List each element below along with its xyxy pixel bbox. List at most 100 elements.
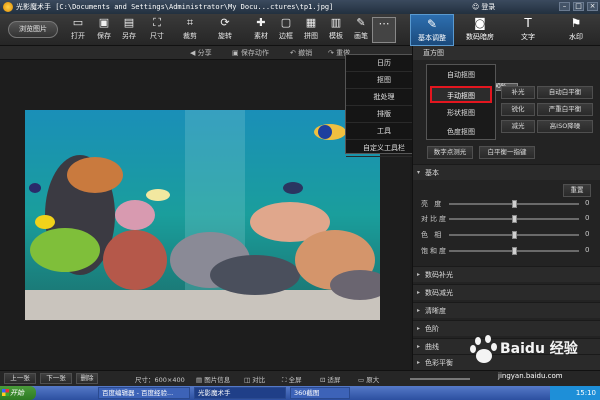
brush-icon: ✎ [356, 16, 366, 29]
menu-item-calendar[interactable]: 日历 [346, 55, 422, 72]
share-button[interactable]: ◀ 分享 [190, 48, 212, 58]
compare-label: 对比 [252, 376, 266, 384]
cutout-submenu: 自动抠图 手动抠图 形状抠图 色度抠图 [426, 64, 496, 140]
undo-button[interactable]: ↶ 撤销 [290, 48, 312, 58]
hue-value: 0 [585, 230, 590, 238]
fit-screen-label: 适屏 [327, 376, 341, 384]
brightness-thumb[interactable] [511, 200, 517, 208]
reset-button[interactable]: 重置 [563, 184, 591, 197]
minimize-button[interactable]: – [559, 2, 570, 11]
template-button[interactable]: ▥ 模板 [324, 17, 348, 41]
saturation-slider[interactable]: 饱和度 0 [413, 245, 600, 257]
window-controls: – □ × [559, 2, 598, 11]
contrast-value: 0 [585, 214, 590, 222]
border-button[interactable]: ▢ 边框 [274, 17, 298, 41]
prev-image-button[interactable]: 上一张 [4, 373, 36, 384]
camera-icon: ◙ [474, 16, 486, 30]
hue-slider[interactable]: 色 相 0 [413, 229, 600, 241]
tab-text[interactable]: T 文字 [506, 14, 550, 46]
delete-button[interactable]: 删除 [76, 373, 98, 384]
submenu-shape-cutout[interactable]: 形状抠图 [430, 105, 492, 122]
original-size-button[interactable]: ▭ 原大 [358, 374, 379, 384]
brightness-track[interactable] [449, 200, 579, 208]
border-label: 边框 [279, 32, 293, 40]
material-button[interactable]: ✚ 素材 [249, 17, 273, 41]
fullscreen-button[interactable]: ⛶ 全屏 [282, 374, 302, 385]
next-image-button[interactable]: 下一张 [40, 373, 72, 384]
resize-label: 尺寸 [150, 32, 164, 40]
brush-label: 画笔 [354, 32, 368, 40]
collage-label: 拼图 [304, 32, 318, 40]
zoom-slider[interactable] [410, 378, 470, 380]
open-button[interactable]: ▭ 打开 [66, 17, 90, 41]
fill-light-button[interactable]: 补光 [501, 86, 535, 99]
share-label: 分享 [197, 49, 212, 57]
template-label: 模板 [329, 32, 343, 40]
save-action-button[interactable]: ▣ 保存动作 [232, 48, 269, 58]
start-button[interactable]: 开始 [0, 386, 36, 400]
collage-icon: ▦ [305, 16, 317, 29]
login-link[interactable]: ☺ 登录 [472, 2, 495, 12]
taskbar-item-editor[interactable]: 百度编辑器 - 百度经验... [98, 387, 190, 399]
hue-track[interactable] [449, 231, 579, 239]
menu-item-tools[interactable]: 工具 [346, 123, 422, 140]
auto-white-balance-button[interactable]: 自动白平衡 [537, 86, 593, 99]
submenu-chroma-cutout[interactable]: 色度抠图 [430, 124, 492, 141]
tab-watermark[interactable]: ⚑ 水印 [554, 14, 598, 46]
compare-button[interactable]: ◫ 对比 [244, 374, 265, 384]
saturation-value: 0 [585, 246, 590, 254]
resize-button[interactable]: ⛶ 尺寸 [145, 17, 169, 41]
menu-item-custom-toolbar[interactable]: 自定义工具栏 [346, 140, 422, 157]
maximize-button[interactable]: □ [573, 2, 584, 11]
undo-label: 撤销 [298, 49, 313, 57]
fullscreen-label: 全屏 [288, 376, 302, 384]
watermark-icon: ⚑ [570, 16, 582, 30]
crop-button[interactable]: ⌗ 裁剪 [178, 17, 202, 41]
save-button[interactable]: ▣ 保存 [92, 17, 116, 41]
save-as-icon: ▤ [123, 16, 135, 29]
taskbar-item-screenshot[interactable]: 360截图 [290, 387, 350, 399]
contrast-slider[interactable]: 对比度 0 [413, 213, 600, 225]
save-as-button[interactable]: ▤ 另存 [117, 17, 141, 41]
image-info-button[interactable]: ▤ 图片信息 [196, 374, 230, 384]
tab-basic-adjust[interactable]: ✎ 基本调整 [410, 14, 454, 46]
material-icon: ✚ [256, 16, 266, 29]
border-icon: ▢ [280, 16, 292, 29]
section-digital-fill-light[interactable]: 数码补光 [413, 266, 600, 283]
taskbar-item-photo-app[interactable]: 光影魔术手 [194, 387, 286, 399]
collage-button[interactable]: ▦ 拼图 [299, 17, 323, 41]
contrast-track[interactable] [449, 215, 579, 223]
menu-item-layout[interactable]: 排版 [346, 106, 422, 123]
save-action-label: 保存动作 [240, 49, 269, 57]
save-label: 保存 [97, 32, 111, 40]
submenu-manual-cutout[interactable]: 手动抠图 [430, 86, 492, 103]
menu-item-batch[interactable]: 批处理 [346, 89, 422, 106]
tab-darkroom[interactable]: ◙ 数码暗房 [458, 14, 502, 46]
brightness-slider[interactable]: 亮 度 0 [413, 198, 600, 210]
saturation-thumb[interactable] [511, 247, 517, 255]
sharpen-button[interactable]: 锐化 [501, 103, 535, 116]
saturation-track[interactable] [449, 247, 579, 255]
brush-button[interactable]: ✎ 画笔 [349, 17, 373, 41]
submenu-auto-cutout[interactable]: 自动抠图 [430, 67, 492, 84]
section-clarity[interactable]: 清晰度 [413, 302, 600, 319]
windows-taskbar: 开始 百度编辑器 - 百度经验... 光影魔术手 360截图 15:10 [0, 386, 600, 400]
rotate-button[interactable]: ⟳ 旋转 [213, 17, 237, 41]
spot-metering-button[interactable]: 数字点测光 [427, 146, 473, 159]
dim-light-button[interactable]: 减光 [501, 120, 535, 133]
white-balance-picker-button[interactable]: 白平衡一指键 [479, 146, 535, 159]
fit-screen-button[interactable]: ⊡ 适屏 [320, 374, 341, 384]
high-iso-denoise-button[interactable]: 高ISO降噪 [537, 120, 593, 133]
section-digital-dim-light[interactable]: 数码减光 [413, 284, 600, 301]
severe-white-balance-button[interactable]: 严重白平衡 [537, 103, 593, 116]
histogram-header: 直方图 [413, 46, 600, 60]
browse-images-button[interactable]: 浏览图片 [8, 21, 58, 38]
close-button[interactable]: × [587, 2, 598, 11]
contrast-thumb[interactable] [511, 215, 517, 223]
image-size: 尺寸：600×400 [135, 376, 185, 384]
more-tools-button[interactable]: ⋯ [372, 17, 396, 43]
hue-thumb[interactable] [511, 231, 517, 239]
menu-item-cutout[interactable]: 抠图 [346, 72, 422, 89]
save-icon: ▣ [98, 16, 110, 29]
section-basic[interactable]: 基本 [413, 164, 600, 181]
